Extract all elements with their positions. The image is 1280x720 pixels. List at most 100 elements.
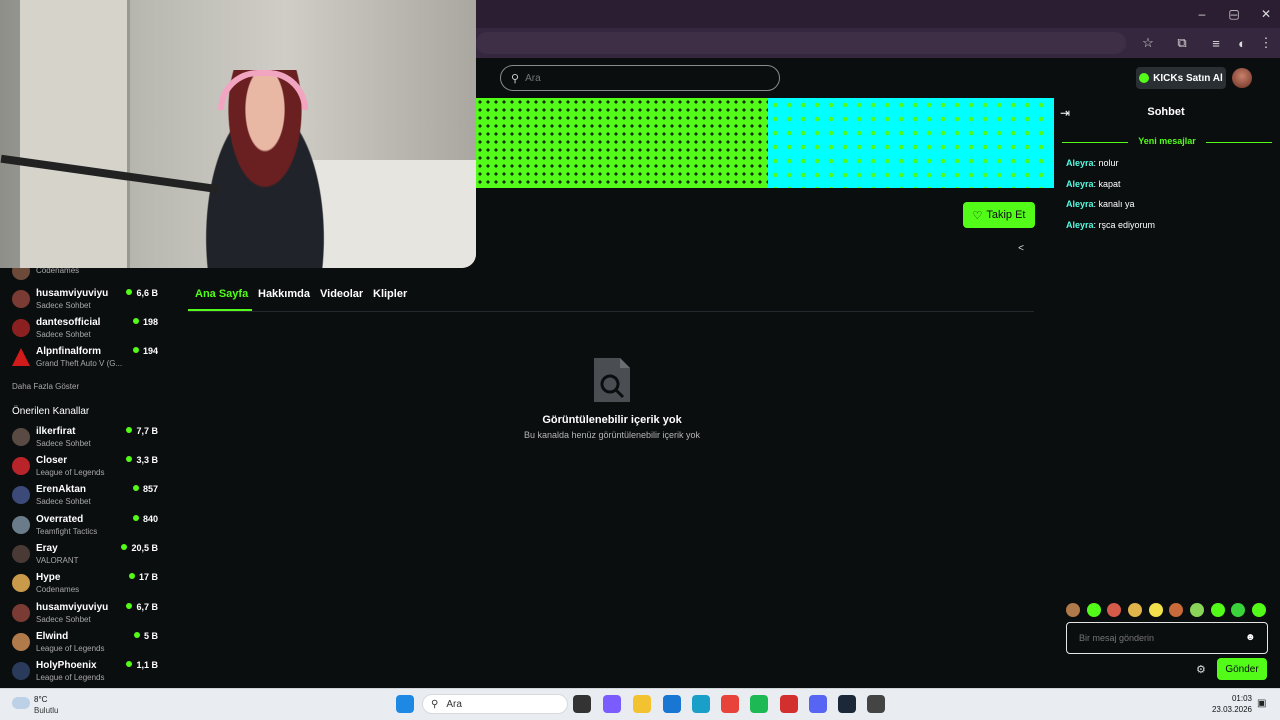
chat-input-box[interactable]: [1066, 622, 1268, 654]
cloud-icon: [12, 697, 30, 709]
new-messages-label: Yeni mesajlar: [1138, 136, 1196, 146]
maximize-button[interactable]: ▢: [1218, 0, 1250, 28]
sidebar-channel-item[interactable]: Hype Codenames 17 B: [12, 572, 162, 600]
follow-button[interactable]: ♡ Takip Et: [963, 202, 1035, 228]
extensions-icon[interactable]: ⧉: [1172, 33, 1192, 53]
minimize-button[interactable]: –: [1186, 0, 1218, 28]
tab-home[interactable]: Ana Sayfa: [195, 288, 248, 300]
copilot-icon[interactable]: [603, 695, 621, 713]
sidebar-channel-item[interactable]: dantesofficial Sadece Sohbet 198: [12, 317, 162, 345]
emote-icon[interactable]: [1169, 603, 1184, 617]
emote-icon[interactable]: [1251, 603, 1266, 617]
taskbar-search[interactable]: ⚲ Ara: [422, 694, 568, 714]
sidebar-channel-item[interactable]: Overrated Teamfight Tactics 840: [12, 514, 162, 542]
send-button[interactable]: Gönder: [1217, 658, 1267, 680]
chat-text: : nolur: [1093, 158, 1119, 168]
sidebar: Codenames husamviyuviyu Sadece Sohbet 6,…: [0, 262, 170, 688]
edge-icon[interactable]: [692, 695, 710, 713]
buy-kicks-button[interactable]: KICKs Satın Al: [1136, 67, 1226, 89]
chat-title: Sohbet: [1147, 106, 1185, 118]
star-icon[interactable]: ☆: [1138, 33, 1158, 53]
channel-avatar: [12, 486, 30, 504]
weather-desc[interactable]: Bulutlu: [34, 706, 58, 715]
clock-date[interactable]: 23.03.2026: [1204, 705, 1252, 714]
media-icon[interactable]: ≡: [1206, 33, 1226, 53]
app-icon[interactable]: [867, 695, 885, 713]
sidebar-channel-item[interactable]: ErenAktan Sadece Sohbet 857: [12, 484, 162, 512]
viewer-count: 20,5 B: [121, 543, 158, 553]
address-bar[interactable]: [476, 32, 1126, 54]
gear-icon[interactable]: ⚙: [1196, 663, 1206, 676]
channel-category: Sadece Sohbet: [36, 497, 91, 506]
close-window-button[interactable]: ✕: [1250, 0, 1280, 28]
emote-icon[interactable]: [1231, 603, 1246, 617]
viewer-count: 194: [133, 346, 158, 356]
user-avatar[interactable]: [1232, 68, 1252, 88]
channel-name: Hype: [36, 572, 61, 583]
weather-temp[interactable]: 8°C: [34, 695, 47, 704]
emoji-picker-icon[interactable]: ☻: [1245, 632, 1256, 643]
emote-icon[interactable]: [1107, 603, 1122, 617]
buy-kicks-label: KICKs Satın Al: [1153, 72, 1223, 84]
channel-avatar: [12, 604, 30, 622]
menu-icon[interactable]: ⋮: [1256, 33, 1276, 53]
search-input[interactable]: [525, 72, 766, 84]
sidebar-channel-item[interactable]: husamviyuviyu Sadece Sohbet 6,7 B: [12, 602, 162, 630]
channel-name: Closer: [36, 455, 68, 466]
emote-icon[interactable]: [1210, 603, 1225, 617]
file-explorer-icon[interactable]: [633, 695, 651, 713]
channel-avatar: [12, 662, 30, 680]
search-icon: ⚲: [511, 72, 520, 85]
emote-icon[interactable]: [1086, 603, 1101, 617]
profile-icon[interactable]: ◐: [1232, 33, 1252, 53]
steam-icon[interactable]: [838, 695, 856, 713]
viewer-count: 5 B: [134, 631, 158, 641]
taskbar-search-label: Ara: [446, 698, 462, 710]
sidebar-channel-item[interactable]: Eray VALORANT 20,5 B: [12, 543, 162, 571]
chat-message: Aleyra: kapat: [1066, 179, 1121, 189]
channel-category: VALORANT: [36, 556, 79, 565]
emote-icon[interactable]: [1127, 603, 1142, 617]
webcam-background-door: [20, 0, 130, 268]
tab-videos[interactable]: Videolar: [320, 288, 363, 300]
sidebar-channel-item[interactable]: husamviyuviyu Sadece Sohbet 6,6 B: [12, 288, 162, 316]
tab-clips[interactable]: Klipler: [373, 288, 407, 300]
collapse-chat-icon[interactable]: ⇥: [1060, 106, 1070, 120]
tab-about[interactable]: Hakkımda: [258, 288, 310, 300]
task-view-icon[interactable]: [573, 695, 591, 713]
app-icon[interactable]: [780, 695, 798, 713]
sidebar-channel-item[interactable]: HolyPhoenix League of Legends 1,1 B: [12, 660, 162, 688]
chat-username[interactable]: Aleyra: [1066, 158, 1094, 168]
channel-category: Teamfight Tactics: [36, 527, 98, 536]
chat-username[interactable]: Aleyra: [1066, 220, 1094, 230]
emote-icon[interactable]: [1066, 603, 1080, 617]
store-icon[interactable]: [663, 695, 681, 713]
chrome-icon[interactable]: [721, 695, 739, 713]
emote-icon[interactable]: [1148, 603, 1163, 617]
show-more-link[interactable]: Daha Fazla Göster: [12, 382, 79, 391]
emote-icon[interactable]: [1189, 603, 1204, 617]
spotify-icon[interactable]: [750, 695, 768, 713]
chat-message: Aleyra: rşca ediyorum: [1066, 220, 1155, 230]
chat-username[interactable]: Aleyra: [1066, 199, 1094, 209]
empty-state-subtitle: Bu kanalda henüz görüntülenebilir içerik…: [523, 430, 701, 440]
chat-message-input[interactable]: [1079, 633, 1239, 643]
viewer-count: 6,6 B: [126, 288, 158, 298]
clock-time[interactable]: 01:03: [1218, 694, 1252, 703]
discord-icon[interactable]: [809, 695, 827, 713]
channel-avatar: [12, 545, 30, 563]
viewer-count: 6,7 B: [126, 602, 158, 612]
notification-icon[interactable]: ▣: [1257, 698, 1266, 709]
sidebar-channel-item[interactable]: ilkerfirat Sadece Sohbet 7,7 B: [12, 426, 162, 454]
windows-start-icon[interactable]: [396, 695, 414, 713]
chat-username[interactable]: Aleyra: [1066, 179, 1094, 189]
sidebar-channel-item[interactable]: Closer League of Legends 3,3 B: [12, 455, 162, 483]
channel-avatar: [12, 428, 30, 446]
share-icon[interactable]: <: [1015, 242, 1027, 254]
site-search[interactable]: ⚲: [500, 65, 780, 91]
viewer-count: 857: [133, 484, 158, 494]
sidebar-channel-item[interactable]: Elwind League of Legends 5 B: [12, 631, 162, 659]
active-tab-indicator: [188, 309, 252, 311]
channel-avatar: [12, 516, 30, 534]
sidebar-channel-item[interactable]: Alpnfinalform Grand Theft Auto V (G... 1…: [12, 346, 162, 374]
